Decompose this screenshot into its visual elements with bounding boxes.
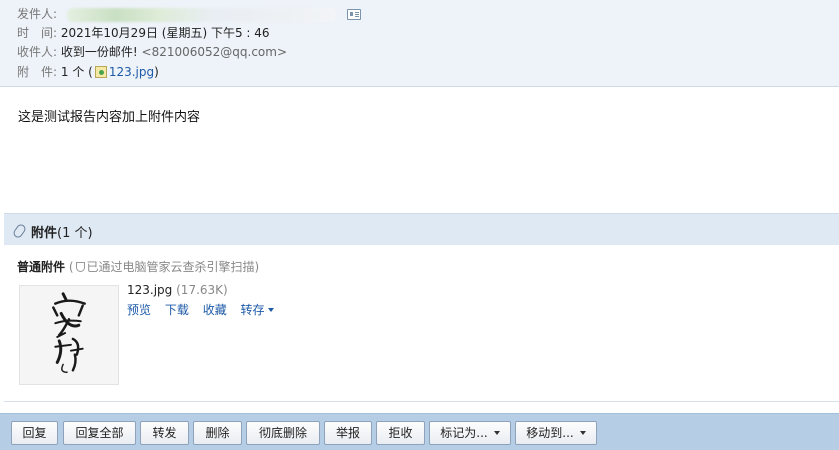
move-to-label: 移动到... [526, 426, 574, 440]
sender-label: 发件人: [17, 7, 58, 21]
attachment-row: 附 件: 1 个 ( 123.jpg) [17, 63, 159, 81]
report-button[interactable]: 举报 [324, 421, 372, 445]
reject-button[interactable]: 拒收 [376, 421, 425, 445]
attachment-bar: 附件(1 个) [4, 213, 839, 245]
shield-icon [75, 262, 85, 272]
recipient-name[interactable]: 收到一份邮件! [61, 45, 138, 59]
attachment-type-label: 普通附件 [17, 260, 66, 274]
attachment-label: 附 件: [17, 65, 58, 79]
scan-status: 已通过电脑管家云查杀引擎扫描) [86, 260, 260, 274]
attachment-item: 123.jpg (17.63K) 预览 下载 收藏 转存 [4, 278, 839, 402]
attachment-title: 附件(1 个) [31, 222, 93, 241]
calligraphy-image [20, 286, 118, 384]
forward-button[interactable]: 转发 [140, 421, 189, 445]
attachment-title-text: 附件 [31, 226, 58, 241]
time-value: 2021年10月29日 (星期五) 下午5 : 46 [60, 26, 270, 40]
favorite-link[interactable]: 收藏 [203, 303, 227, 317]
sender-name-redacted[interactable] [66, 7, 337, 22]
attachment-link[interactable]: 123.jpg [109, 65, 154, 79]
mark-as-label: 标记为... [440, 426, 488, 440]
attachment-title-count: (1 个) [57, 226, 93, 241]
attachment-file-info: 123.jpg (17.63K) [127, 283, 228, 297]
action-toolbar: 回复 回复全部 转发 删除 彻底删除 举报 拒收 标记为... 移动到... [0, 413, 839, 450]
recipient-label: 收件人: [17, 45, 58, 59]
chevron-down-icon [267, 308, 274, 312]
image-file-icon [94, 66, 107, 78]
paperclip-icon [11, 222, 28, 240]
mail-body: 这是测试报告内容加上附件内容 [18, 110, 201, 125]
sender-row: 发件人: [17, 5, 361, 23]
save-to-label: 转存 [240, 303, 265, 317]
attachment-actions: 预览 下载 收藏 转存 [127, 301, 284, 318]
recipient-email[interactable]: <821006052@qq.com> [142, 45, 288, 59]
time-row: 时 间: 2021年10月29日 (星期五) 下午5 : 46 [17, 24, 270, 42]
move-to-dropdown[interactable]: 移动到... [515, 421, 597, 445]
reply-button[interactable]: 回复 [11, 421, 58, 445]
save-to-dropdown[interactable]: 转存 [241, 303, 274, 317]
delete-button[interactable]: 删除 [193, 421, 242, 445]
download-link[interactable]: 下载 [165, 303, 189, 317]
mail-header: 发件人: 时 间: 2021年10月29日 (星期五) 下午5 : 46 收件人… [0, 0, 839, 87]
chevron-down-icon [579, 431, 586, 435]
contact-card-icon[interactable] [346, 9, 361, 20]
attachment-type-line: 普通附件 ( 已通过电脑管家云查杀引擎扫描) [17, 258, 259, 275]
attachment-close-paren: ) [154, 65, 159, 79]
scan-open-paren: ( [68, 260, 74, 274]
reply-all-button[interactable]: 回复全部 [63, 421, 136, 445]
recipient-row: 收件人: 收到一份邮件! <821006052@qq.com> [17, 43, 287, 61]
attachment-count: 1 个 ( [60, 65, 93, 79]
attachment-file-size: (17.63K) [176, 283, 228, 297]
attachment-file-name[interactable]: 123.jpg [127, 283, 172, 297]
chevron-down-icon [493, 431, 500, 435]
attachment-thumbnail[interactable] [19, 285, 119, 385]
time-label: 时 间: [17, 26, 58, 40]
preview-link[interactable]: 预览 [127, 303, 151, 317]
delete-permanently-button[interactable]: 彻底删除 [246, 421, 320, 445]
mark-as-dropdown[interactable]: 标记为... [429, 421, 511, 445]
